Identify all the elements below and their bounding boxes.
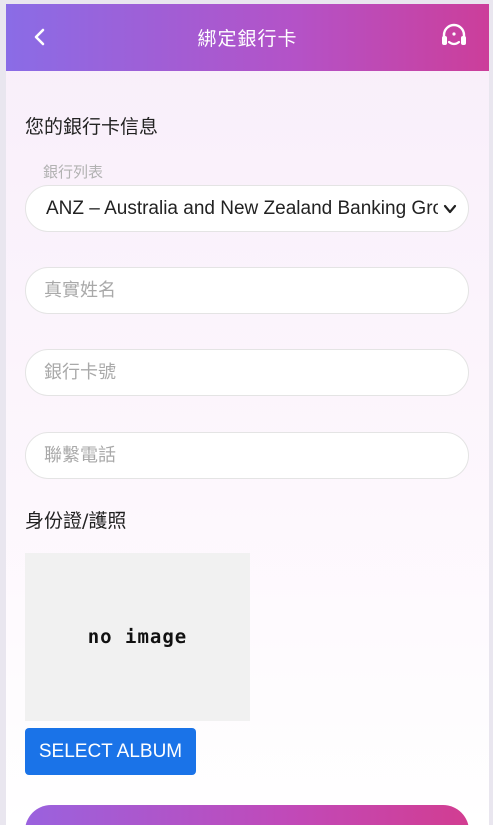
bank-info-heading: 您的銀行卡信息	[25, 116, 159, 138]
id-image-preview: no image	[25, 553, 250, 721]
chevron-down-icon	[443, 204, 457, 213]
bank-select[interactable]: ANZ – Australia and New Zealand Banking …	[25, 185, 469, 232]
chevron-left-icon	[34, 28, 45, 46]
bank-list-label: 銀行列表	[43, 163, 104, 181]
no-image-text: no image	[87, 626, 188, 648]
page-title: 綁定銀行卡	[197, 28, 298, 50]
real-name-input[interactable]	[25, 267, 469, 314]
phone-input[interactable]	[25, 432, 469, 479]
header-bar: 綁定銀行卡	[6, 4, 489, 71]
customer-support-button[interactable]	[439, 21, 469, 51]
app-screen: 綁定銀行卡 您的銀行卡信息 銀行列表 ANZ – Australia and N…	[6, 4, 489, 825]
back-button[interactable]	[28, 22, 52, 52]
id-passport-heading: 身份證/護照	[25, 510, 127, 532]
submit-button[interactable]	[25, 805, 469, 825]
select-album-button[interactable]: SELECT ALBUM	[25, 728, 196, 775]
bank-select-value: ANZ – Australia and New Zealand Banking …	[46, 197, 438, 219]
card-number-input[interactable]	[25, 349, 469, 396]
headset-icon	[442, 23, 466, 46]
